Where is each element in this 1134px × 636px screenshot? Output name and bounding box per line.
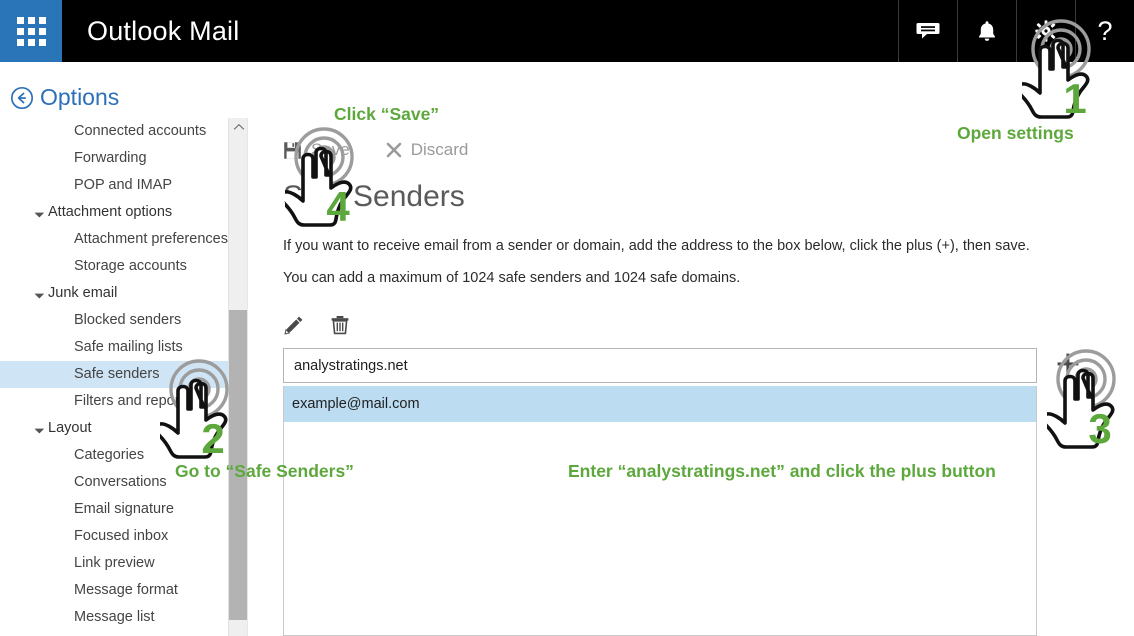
sidebar-item-label: Message format (74, 582, 178, 598)
sidebar-item-label: Message list (74, 609, 155, 625)
sidebar-item-label: Email signature (74, 501, 174, 517)
sidebar-item-layout[interactable]: ◢ Layout (0, 415, 228, 442)
top-navigation-bar: Outlook Mail ? (0, 0, 1134, 62)
list-item[interactable]: example@mail.com (284, 386, 1036, 422)
sidebar-item-label: Blocked senders (74, 312, 182, 328)
scroll-up-arrow-icon[interactable] (229, 118, 248, 135)
question-mark-icon: ? (1097, 15, 1113, 46)
sidebar-item-safe-mailing-lists[interactable]: Safe mailing lists (0, 334, 228, 361)
settings-sidebar[interactable]: Connected accounts Forwarding POP and IMAP… (0, 118, 228, 636)
gear-icon (1035, 20, 1057, 42)
sidebar-item-label: POP and IMAP (74, 177, 173, 193)
help-button[interactable]: ? (1075, 0, 1134, 62)
settings-gear-button[interactable] (1016, 0, 1075, 62)
annotation-enter-domain: Enter “analystratings.net” and click the… (568, 461, 996, 481)
main-content-panel: Save Discard Safe Senders If you want to… (265, 118, 1134, 636)
sidebar-item-label: Junk email (48, 285, 118, 301)
sidebar-item-junk-email[interactable]: ◢ Junk email (0, 280, 228, 307)
annotation-click-save: Click “Save” (334, 104, 440, 124)
sidebar-item-storage-accounts[interactable]: Storage accounts (0, 253, 228, 280)
sidebar-item-message-list[interactable]: Message list (0, 604, 228, 631)
options-label: Options (40, 84, 120, 110)
discard-label: Discard (410, 140, 469, 159)
chat-icon-button[interactable] (898, 0, 957, 62)
annotation-go-safe-senders: Go to “Safe Senders” (175, 461, 354, 481)
description-line-1: If you want to receive email from a send… (283, 238, 1030, 254)
sidebar-item-focused-inbox[interactable]: Focused inbox (0, 523, 228, 550)
sidebar-item-attachment-options[interactable]: ◢ Attachment options (0, 199, 228, 226)
sidebar-item-link-preview[interactable]: Link preview (0, 550, 228, 577)
sidebar-item-filters-and-reporting[interactable]: Filters and reporting (0, 388, 228, 415)
sidebar-item-label: Storage accounts (74, 258, 187, 274)
sidebar-item-label: Categories (74, 447, 145, 463)
topbar-icon-group: ? (898, 0, 1134, 62)
notifications-bell-button[interactable] (957, 0, 1016, 62)
list-toolbar (283, 314, 351, 336)
sidebar-item-label: Filters and reporting (74, 393, 203, 409)
options-header (0, 62, 1134, 118)
save-disk-icon (284, 141, 301, 159)
sidebar-item-safe-senders[interactable]: Safe senders (0, 361, 228, 388)
sidebar-item-label: Layout (48, 420, 92, 436)
save-label: Save (311, 140, 350, 159)
annotation-open-settings: Open settings (957, 123, 1074, 143)
sidebar-item-label: Link preview (74, 555, 155, 571)
sidebar-divider (247, 118, 248, 636)
app-launcher-button[interactable] (0, 0, 62, 62)
sidebar-item-message-format[interactable]: Message format (0, 577, 228, 604)
add-sender-button[interactable] (1054, 350, 1082, 378)
sidebar-item-blocked-senders[interactable]: Blocked senders (0, 307, 228, 334)
back-arrow-icon (10, 86, 34, 110)
safe-senders-list[interactable]: example@mail.com (283, 386, 1037, 636)
delete-button[interactable] (329, 314, 351, 336)
description-line-2: You can add a maximum of 1024 safe sende… (283, 270, 741, 286)
sidebar-item-connected-accounts[interactable]: Connected accounts (0, 118, 228, 145)
sidebar-item-email-signature[interactable]: Email signature (0, 496, 228, 523)
sidebar-item-label: Safe senders (74, 366, 160, 382)
edit-button[interactable] (283, 314, 305, 336)
app-title: Outlook Mail (87, 15, 240, 46)
waffle-icon (16, 16, 46, 46)
sidebar-item-label: Forwarding (74, 150, 147, 166)
sidebar-item-forwarding[interactable]: Forwarding (0, 145, 228, 172)
trash-icon (331, 316, 349, 335)
sidebar-item-label: Connected accounts (74, 123, 207, 139)
chat-icon (916, 23, 940, 39)
sidebar-item-label: Conversations (74, 474, 167, 490)
options-back-link[interactable]: Options (10, 84, 119, 111)
discard-button[interactable]: Discard (386, 140, 469, 160)
sidebar-scrollbar[interactable] (228, 118, 248, 636)
sidebar-item-label: Attachment options (48, 204, 173, 220)
sidebar-item-label: Attachment preferences (74, 231, 228, 247)
page-title: Safe Senders (283, 180, 465, 213)
safe-sender-input[interactable] (283, 348, 1037, 383)
close-x-icon (386, 142, 402, 158)
sidebar-item-attachment-preferences[interactable]: Attachment preferences (0, 226, 228, 253)
plus-icon (1057, 353, 1079, 375)
save-button[interactable]: Save (283, 140, 350, 160)
sidebar-item-label: Focused inbox (74, 528, 169, 544)
app-root: Outlook Mail ? Options Connected account… (0, 0, 1134, 636)
bell-icon (979, 21, 995, 41)
pencil-icon (284, 316, 303, 335)
command-bar: Save Discard (283, 140, 468, 160)
sidebar-item-label: Safe mailing lists (74, 339, 183, 355)
sidebar-item-pop-and-imap[interactable]: POP and IMAP (0, 172, 228, 199)
